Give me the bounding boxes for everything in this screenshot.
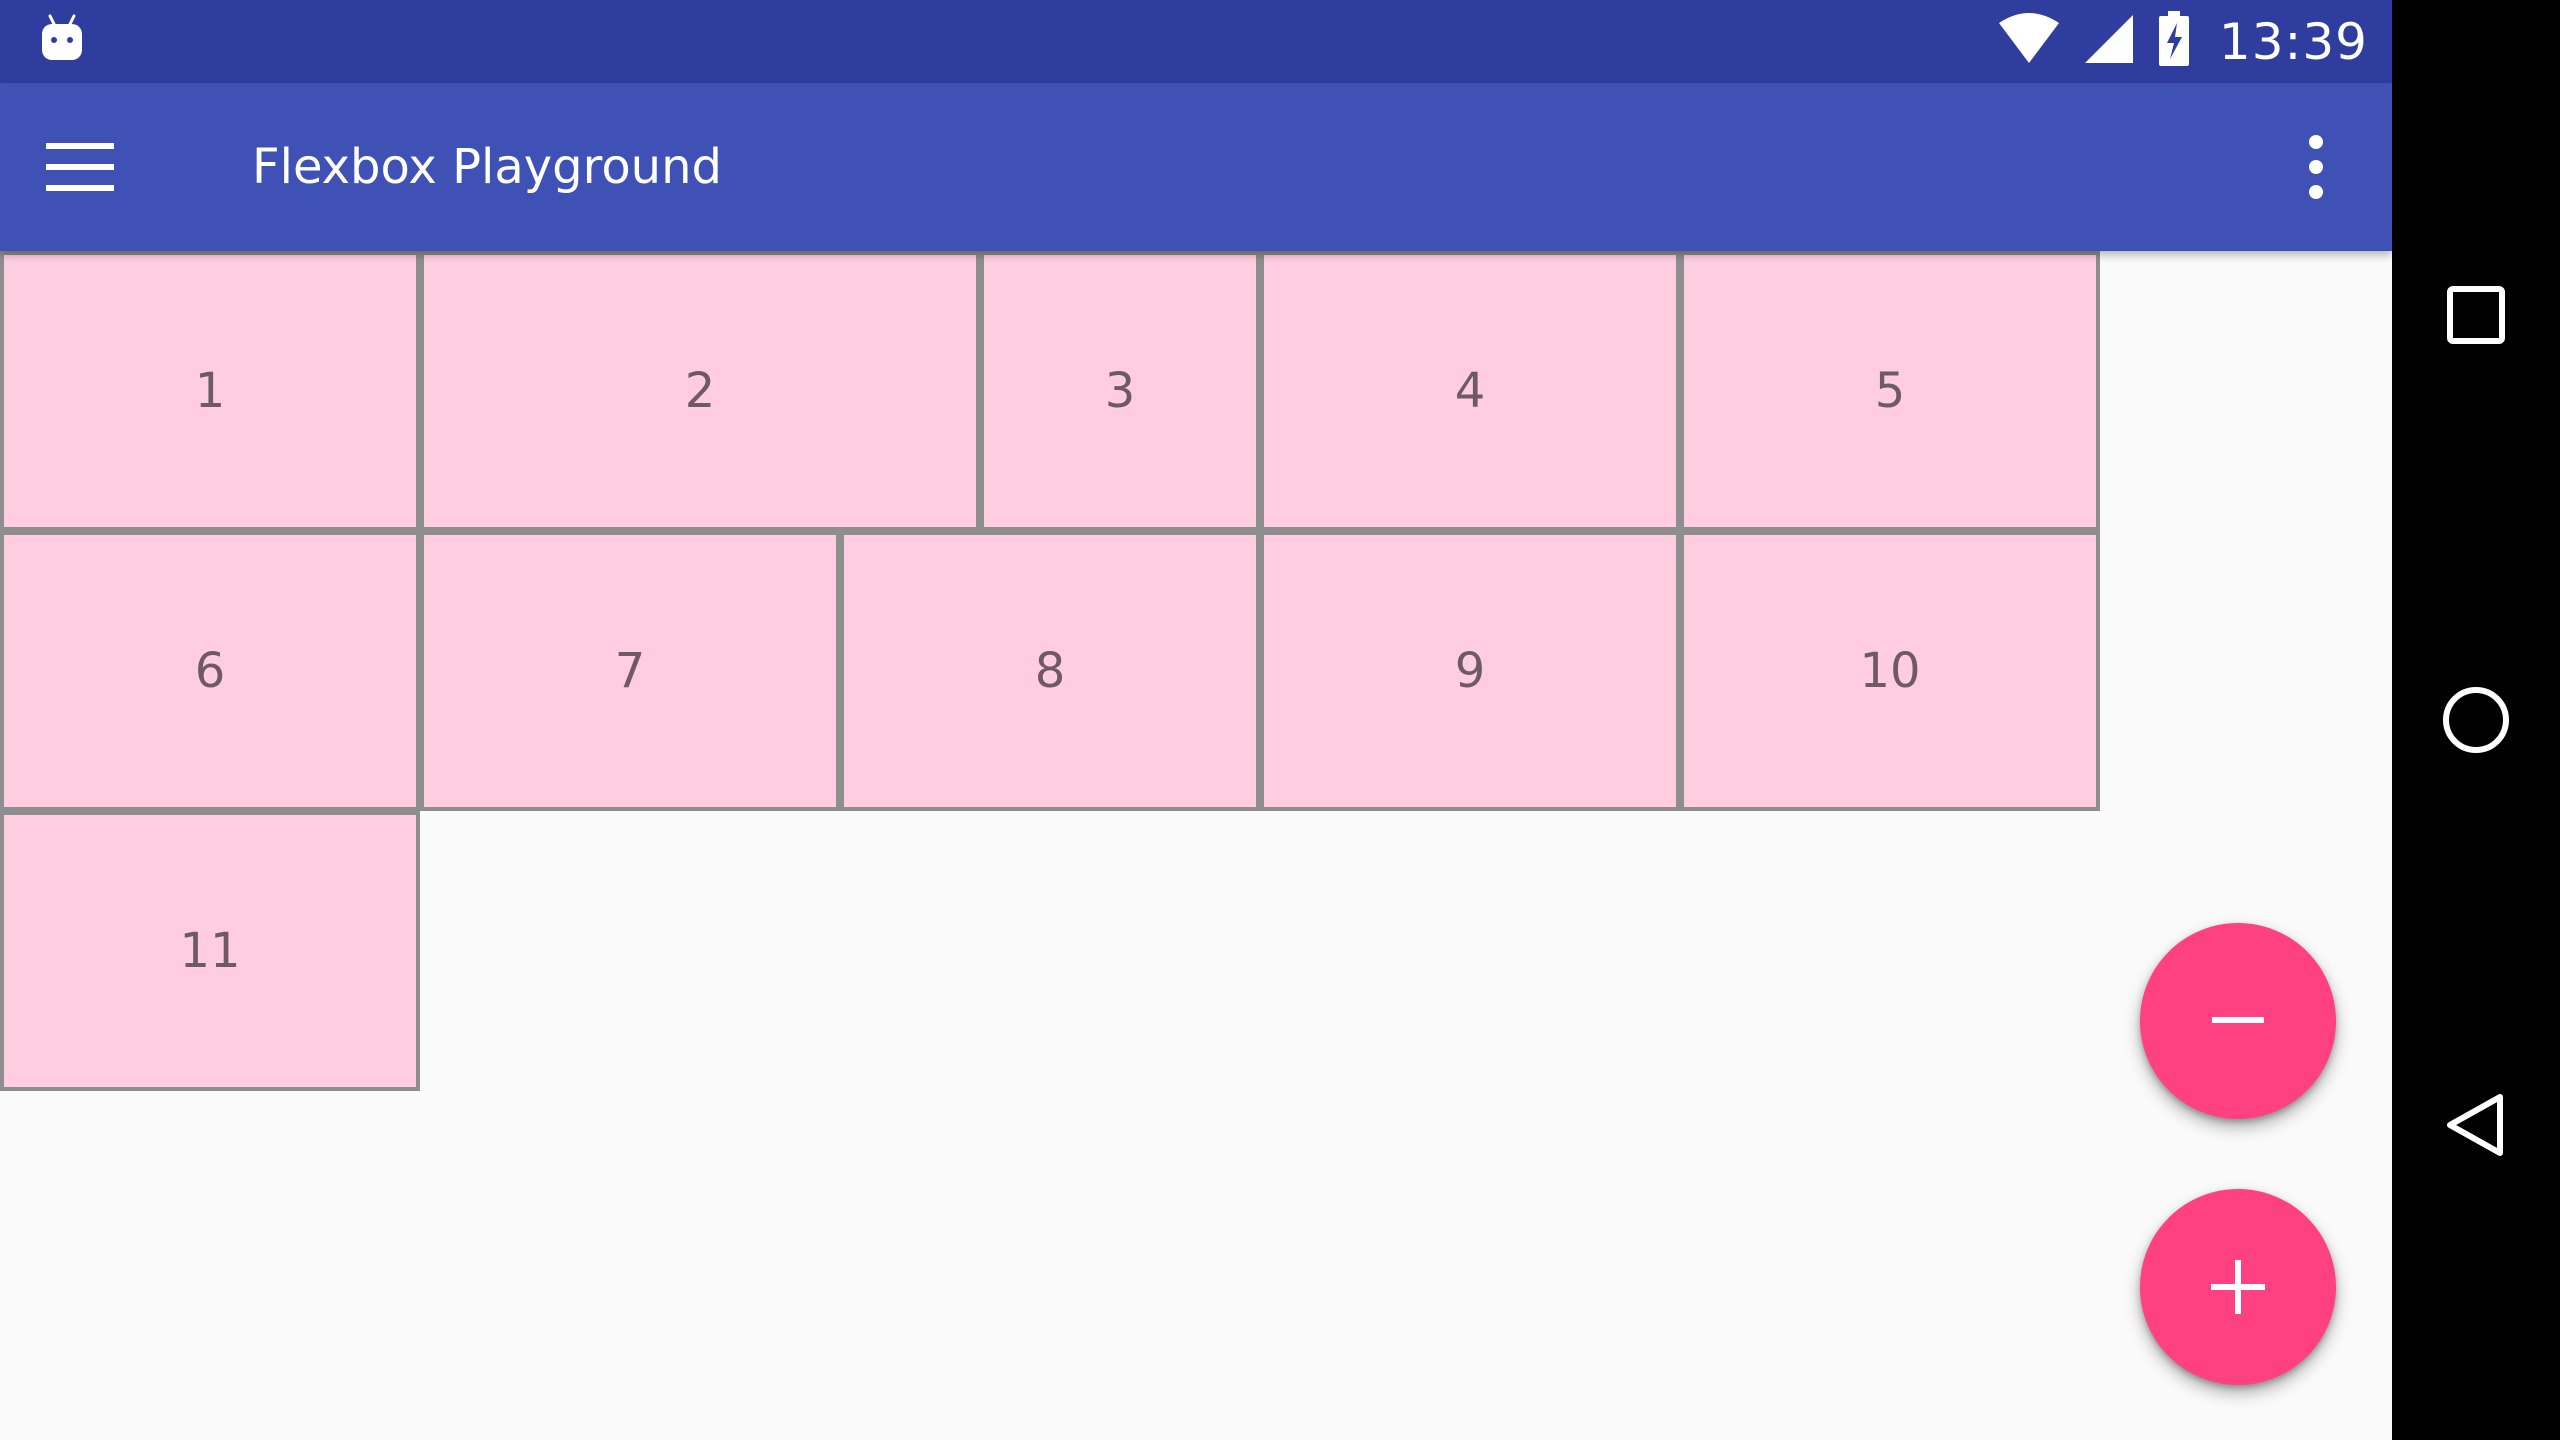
navigation-bar [2392, 0, 2560, 1440]
status-icons: 13:39 [1997, 0, 2368, 83]
flex-item-1[interactable]: 1 [0, 251, 420, 531]
status-bar: 13:39 [0, 0, 2392, 83]
home-circle-icon [2443, 687, 2509, 753]
flex-item-6[interactable]: 6 [0, 531, 420, 811]
plus-icon [2211, 1260, 2265, 1314]
status-time: 13:39 [2218, 12, 2368, 71]
back-button[interactable] [2426, 1075, 2526, 1175]
overflow-menu-icon [2309, 135, 2323, 199]
flex-item-4[interactable]: 4 [1260, 251, 1680, 531]
menu-button[interactable] [40, 127, 120, 207]
recents-button[interactable] [2426, 265, 2526, 365]
overflow-menu-button[interactable] [2276, 127, 2356, 207]
flex-item-2[interactable]: 2 [420, 251, 980, 531]
app-title: Flexbox Playground [252, 139, 722, 195]
minus-icon [2212, 1017, 2264, 1023]
flex-item-8[interactable]: 8 [840, 531, 1260, 811]
home-button[interactable] [2426, 670, 2526, 770]
battery-charging-icon [2157, 11, 2191, 72]
android-icon [40, 14, 84, 62]
flex-item-11[interactable]: 11 [0, 811, 420, 1091]
app-bar: Flexbox Playground [0, 83, 2392, 251]
flex-item-5[interactable]: 5 [1680, 251, 2100, 531]
screen: 13:39 Flexbox Playground 1 2 3 4 5 6 7 8… [0, 0, 2560, 1440]
back-triangle-icon [2447, 1094, 2503, 1156]
recents-square-icon [2447, 286, 2505, 344]
flex-item-9[interactable]: 9 [1260, 531, 1680, 811]
flexbox-canvas: 1 2 3 4 5 6 7 8 9 10 11 [0, 251, 2392, 1440]
add-item-button[interactable] [2140, 1189, 2336, 1385]
flex-container: 1 2 3 4 5 6 7 8 9 10 11 [0, 251, 2100, 1091]
wifi-icon [1997, 13, 2061, 70]
flex-item-10[interactable]: 10 [1680, 531, 2100, 811]
cell-signal-icon [2083, 13, 2135, 70]
hamburger-menu-icon [46, 143, 114, 191]
flex-item-3[interactable]: 3 [980, 251, 1260, 531]
remove-item-button[interactable] [2140, 923, 2336, 1119]
flex-item-7[interactable]: 7 [420, 531, 840, 811]
